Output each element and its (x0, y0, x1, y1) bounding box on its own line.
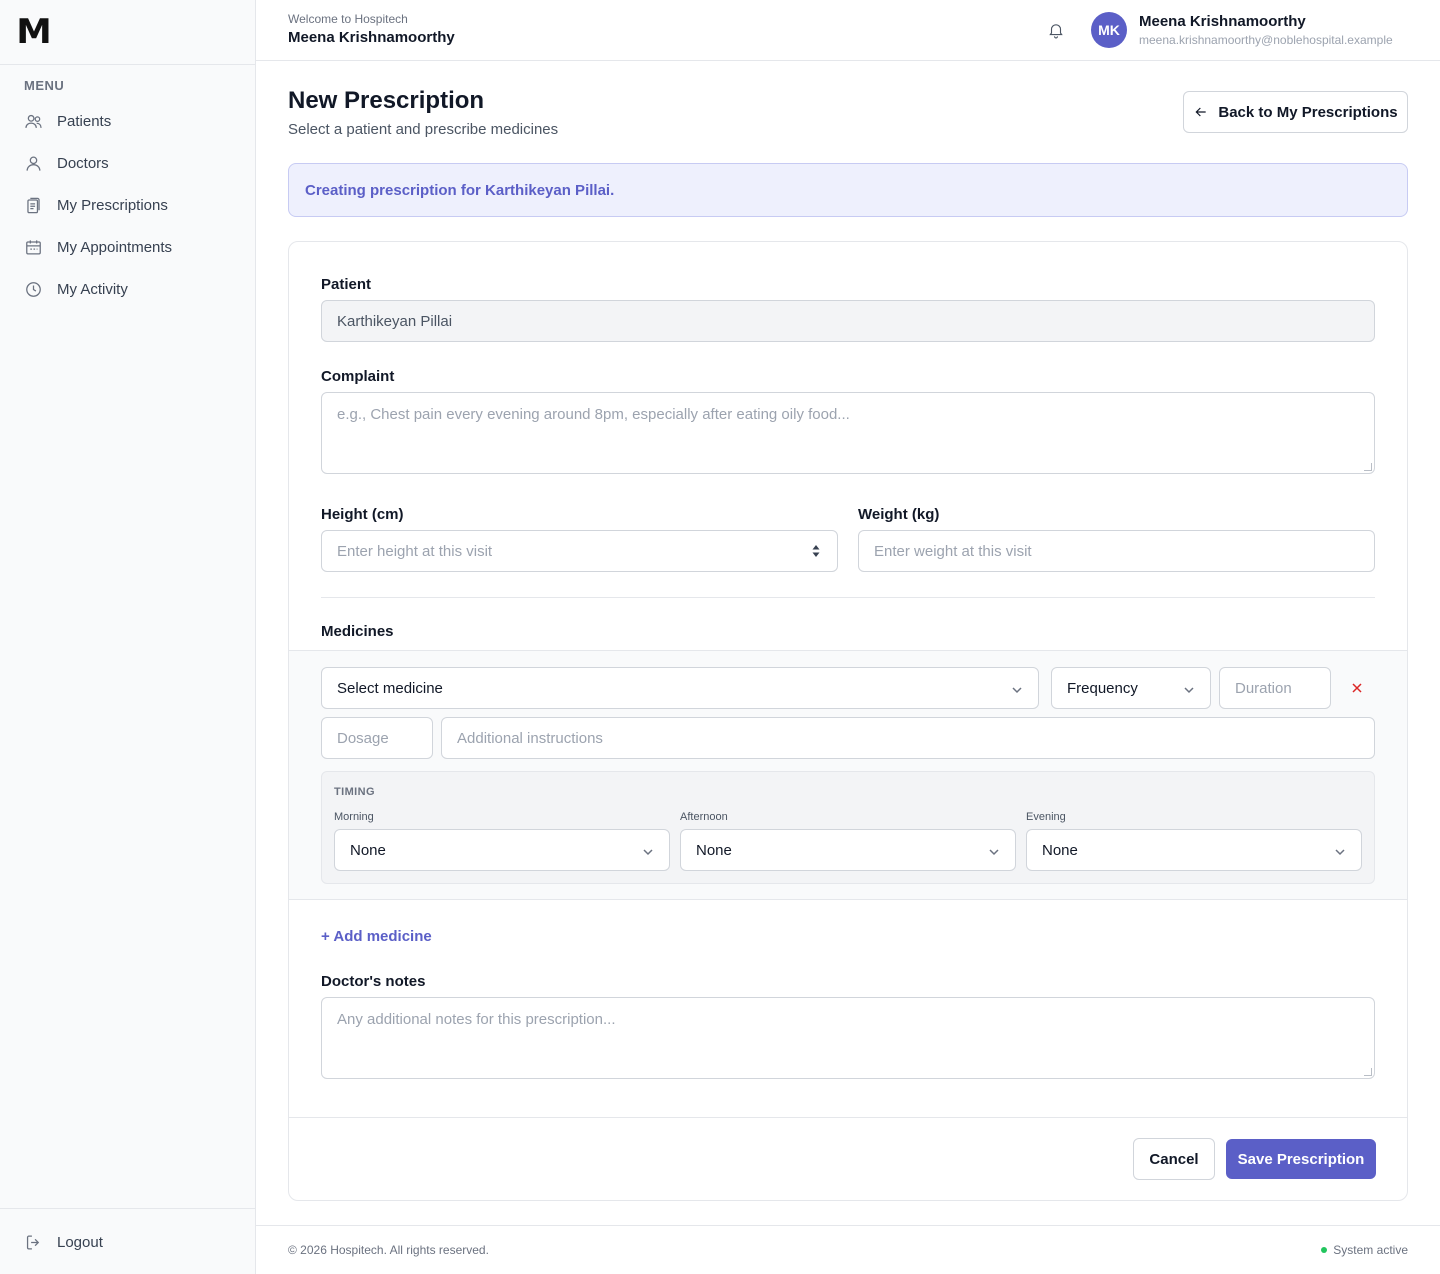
back-button[interactable]: Back to My Prescriptions (1183, 91, 1408, 133)
height-label: Height (cm) (321, 506, 404, 523)
evening-label: Evening (1026, 811, 1066, 823)
sidebar-item-label: My Activity (57, 280, 128, 298)
medicine-row: Select medicine Frequency Duration Dosag… (289, 650, 1407, 900)
sidebar-nav: Patients Doctors My Prescriptions My App… (0, 100, 255, 310)
calendar-icon (26, 239, 41, 254)
morning-label: Morning (334, 811, 374, 823)
medicine-select[interactable]: Select medicine (321, 667, 1039, 709)
copyright: © 2026 Hospitech. All rights reserved. (288, 1243, 489, 1257)
sidebar-item-label: My Appointments (57, 238, 173, 256)
prescription-form-card: Patient Karthikeyan Pillai Complaint e.g… (288, 241, 1408, 1201)
menu-heading: MENU (24, 78, 65, 93)
morning-select[interactable]: None (334, 829, 670, 871)
weight-label: Weight (kg) (858, 506, 940, 523)
frequency-select-value: Frequency (1067, 679, 1138, 697)
notifications-button[interactable] (1047, 20, 1065, 40)
duration-placeholder: Duration (1235, 679, 1292, 697)
profile-name: Meena Krishnamoorthy (1139, 13, 1306, 30)
height-input[interactable]: Enter height at this visit (321, 530, 838, 572)
page-footer: © 2026 Hospitech. All rights reserved. S… (256, 1225, 1440, 1274)
weight-input[interactable]: Enter weight at this visit (858, 530, 1375, 572)
frequency-select[interactable]: Frequency (1051, 667, 1211, 709)
clock-icon (26, 281, 41, 297)
number-spinner-icon[interactable] (811, 543, 821, 559)
chevron-down-icon (1334, 845, 1346, 857)
status-dot-icon (1321, 1247, 1328, 1253)
chevron-down-icon (1183, 683, 1195, 695)
chevron-down-icon (1011, 683, 1023, 695)
topbar: Welcome to Hospitech Meena Krishnamoorth… (256, 0, 1440, 61)
weight-placeholder: Enter weight at this visit (874, 542, 1032, 560)
patient-label: Patient (321, 276, 372, 293)
sidebar-item-my-appointments[interactable]: My Appointments (0, 226, 255, 268)
chevron-down-icon (642, 845, 654, 857)
profile-email: meena.krishnamoorthy@noblehospital.examp… (1139, 33, 1393, 47)
section-divider (321, 597, 1375, 598)
logout-icon (26, 1235, 40, 1249)
user-icon (26, 156, 41, 171)
timing-box: TIMING Morning None Afternoon None Eveni… (321, 771, 1375, 884)
notes-textarea[interactable]: Any additional notes for this prescripti… (321, 997, 1375, 1079)
resize-handle-icon[interactable] (1364, 463, 1372, 471)
add-medicine-button[interactable]: + Add medicine (321, 928, 432, 945)
sidebar-item-patients[interactable]: Patients (0, 100, 255, 142)
logout-label: Logout (57, 1233, 103, 1251)
page-title: New Prescription (288, 87, 485, 114)
complaint-placeholder: e.g., Chest pain every evening around 8p… (337, 406, 850, 423)
complaint-label: Complaint (321, 368, 395, 385)
sidebar-item-doctors[interactable]: Doctors (0, 142, 255, 184)
bell-icon (1049, 24, 1063, 39)
arrow-left-icon (1195, 107, 1207, 117)
sidebar-item-label: Patients (57, 112, 112, 130)
sidebar-item-label: Doctors (57, 154, 109, 172)
status-text: System active (1333, 1243, 1408, 1257)
afternoon-select-value: None (696, 841, 732, 859)
users-icon (25, 114, 42, 128)
morning-select-value: None (350, 841, 386, 859)
notes-label: Doctor's notes (321, 973, 426, 990)
logo-mark: M (16, 12, 52, 52)
patient-field: Karthikeyan Pillai (321, 300, 1375, 342)
sidebar-item-my-prescriptions[interactable]: My Prescriptions (0, 184, 255, 226)
logout-button[interactable]: Logout (0, 1209, 255, 1274)
afternoon-label: Afternoon (680, 811, 728, 823)
info-banner: Creating prescription for Karthikeyan Pi… (288, 163, 1408, 217)
afternoon-select[interactable]: None (680, 829, 1016, 871)
notes-placeholder: Any additional notes for this prescripti… (337, 1011, 616, 1028)
cancel-button[interactable]: Cancel (1133, 1138, 1215, 1180)
page-subtitle: Select a patient and prescribe medicines (288, 121, 559, 138)
timing-title: TIMING (334, 786, 375, 798)
instructions-input[interactable]: Additional instructions (441, 717, 1375, 759)
remove-medicine-button[interactable] (1351, 681, 1365, 695)
sidebar-item-my-activity[interactable]: My Activity (0, 268, 255, 310)
topbar-user-name: Meena Krishnamoorthy (288, 29, 455, 46)
resize-handle-icon[interactable] (1364, 1068, 1372, 1076)
logo[interactable]: M (0, 0, 255, 65)
save-prescription-button[interactable]: Save Prescription (1226, 1139, 1376, 1179)
back-button-label: Back to My Prescriptions (1218, 103, 1398, 121)
chevron-down-icon (988, 845, 1000, 857)
dosage-placeholder: Dosage (337, 729, 389, 747)
card-footer-divider (289, 1117, 1407, 1118)
complaint-textarea[interactable]: e.g., Chest pain every evening around 8p… (321, 392, 1375, 474)
welcome-text: Welcome to Hospitech (288, 12, 408, 26)
instructions-placeholder: Additional instructions (457, 729, 603, 747)
close-icon (1352, 683, 1362, 693)
height-placeholder: Enter height at this visit (337, 542, 493, 560)
dosage-input[interactable]: Dosage (321, 717, 433, 759)
sidebar-item-label: My Prescriptions (57, 196, 168, 214)
duration-input[interactable]: Duration (1219, 667, 1331, 709)
medicines-label: Medicines (321, 623, 394, 640)
system-status: System active (1321, 1243, 1408, 1257)
medicine-select-value: Select medicine (337, 679, 443, 697)
clipboard-icon (27, 197, 40, 213)
evening-select[interactable]: None (1026, 829, 1362, 871)
avatar[interactable]: MK (1091, 12, 1127, 48)
logout-section: Logout (0, 1208, 255, 1274)
sidebar: M MENU Patients Doctors My Prescriptions… (0, 0, 256, 1274)
evening-select-value: None (1042, 841, 1078, 859)
